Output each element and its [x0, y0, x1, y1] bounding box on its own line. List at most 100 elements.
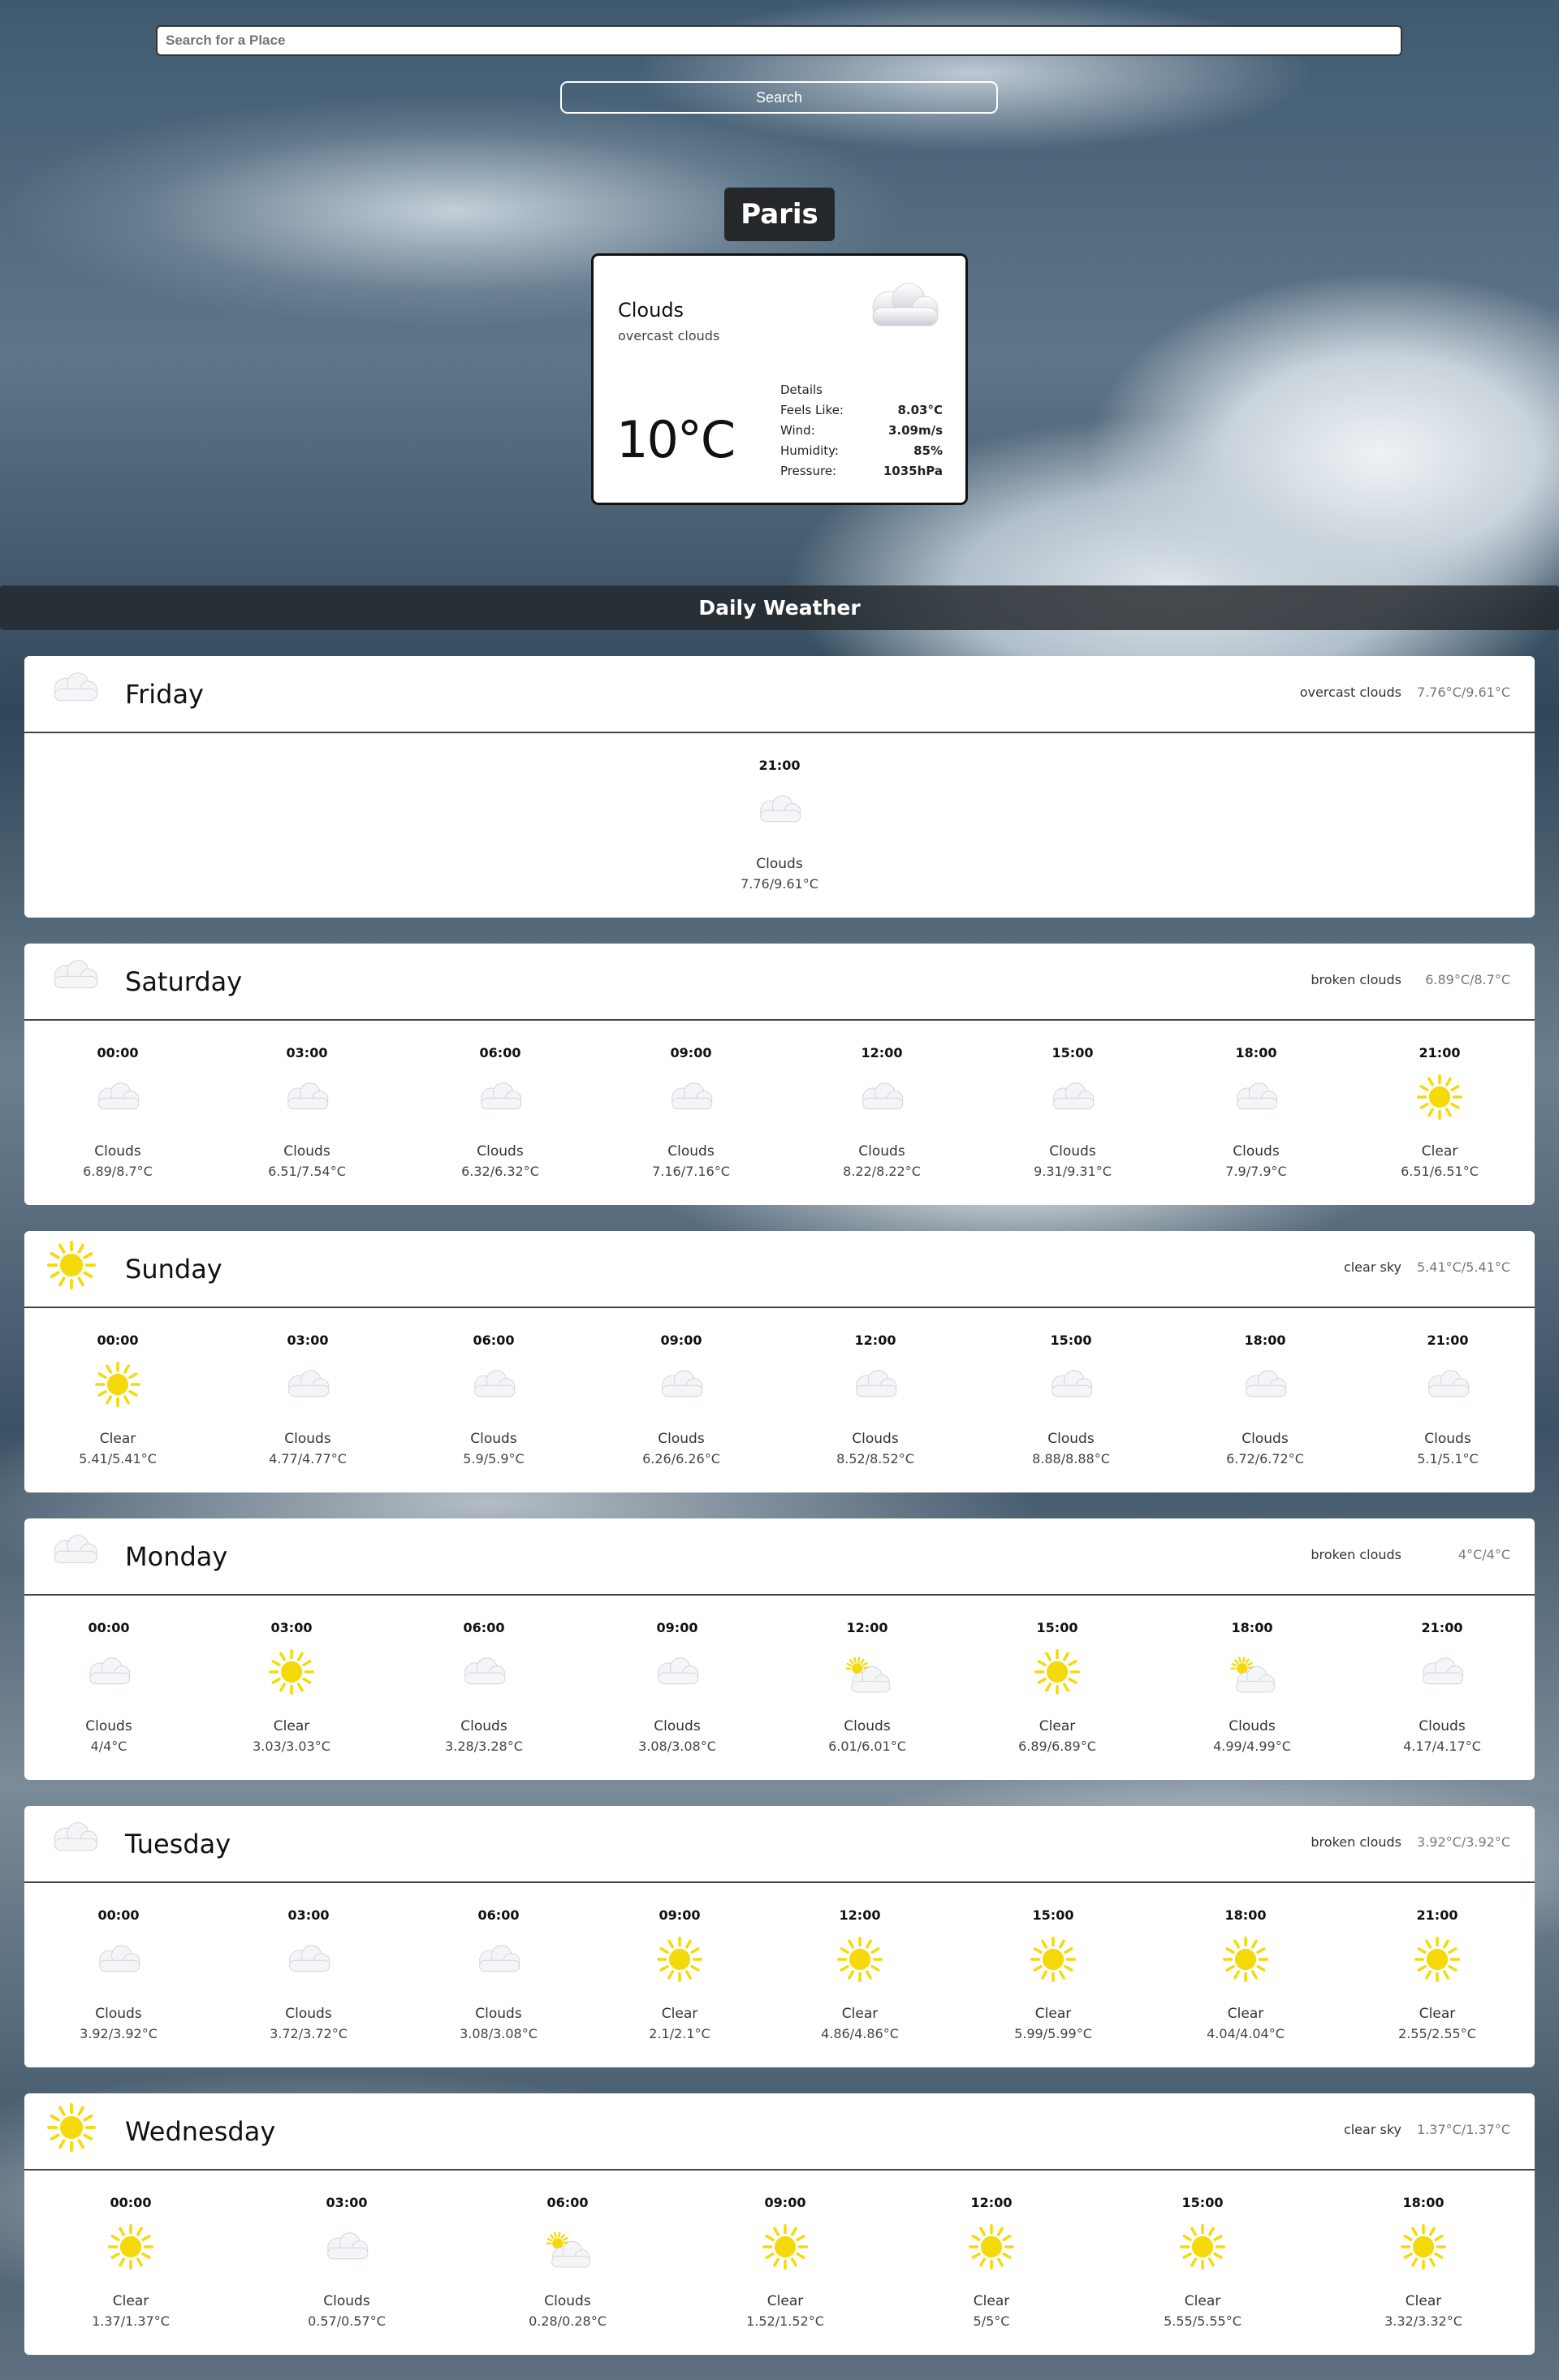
day-name: Saturday: [125, 966, 243, 997]
sun-icon: [47, 2103, 96, 2155]
day-name: Wednesday: [125, 2116, 276, 2147]
day-card-wednesday[interactable]: Wednesday clear sky 1.37°C/1.37°C 00:00 Clea…: [24, 2093, 1535, 2355]
hour-condition: Clouds: [1049, 1143, 1096, 1160]
hour-condition: Clouds: [323, 2293, 370, 2309]
day-header[interactable]: Tuesday broken clouds 3.92°C/3.92°C: [24, 1806, 1535, 1883]
hour-condition: Clear: [661, 2006, 698, 2022]
hour-time: 06:00: [477, 1907, 520, 1923]
hour-time: 21:00: [1427, 1333, 1469, 1348]
hour-condition: Clear: [1034, 2006, 1072, 2022]
hour-temp-range: 6.51/6.51°C: [1401, 1164, 1479, 1179]
hour-condition: Clear: [1421, 1143, 1458, 1160]
current-temperature: 10°C: [616, 410, 736, 469]
cloud-icon: [1047, 1081, 1099, 1117]
day-header[interactable]: Sunday clear sky 5.41°C/5.41°C: [24, 1231, 1535, 1308]
cloud-icon: [651, 1656, 703, 1691]
hour-time: 03:00: [270, 1620, 313, 1635]
cloud-icon: [92, 1081, 144, 1117]
hour-time: 09:00: [659, 1907, 701, 1923]
hour-temp-range: 2.1/2.1°C: [649, 2026, 710, 2041]
sun-icon: [1417, 1074, 1462, 1123]
hour-temp-range: 3.72/3.72°C: [270, 2026, 348, 2041]
cloud-icon: [856, 1081, 908, 1117]
detail-feels-like: Feels Like: 8.03°C: [780, 400, 943, 420]
hour-condition: Clouds: [94, 1143, 141, 1160]
hour-temp-range: 5.9/5.9°C: [463, 1451, 525, 1466]
hour-temp-range: 4/4°C: [90, 1739, 127, 1754]
sun-icon: [969, 2224, 1014, 2273]
hour-time: 00:00: [97, 1045, 139, 1060]
hour-condition: Clouds: [1242, 1431, 1289, 1447]
hour-temp-range: 8.22/8.22°C: [843, 1164, 921, 1179]
cloud-icon: [321, 2231, 373, 2266]
sun-icon: [95, 1362, 140, 1410]
cloud-icon: [473, 1943, 525, 1979]
day-header[interactable]: Monday broken clouds 4°C/4°C: [24, 1518, 1535, 1596]
hourly-forecast: 00:00 Clear 1.37/1.37°C 03:00 Clouds 0.57/0.5…: [24, 2171, 1535, 2355]
day-description: broken clouds: [1311, 1547, 1401, 1562]
detail-label: Humidity:: [780, 443, 839, 458]
detail-pressure: Pressure: 1035hPa: [780, 460, 943, 481]
detail-value: 1035hPa: [883, 463, 943, 478]
day-temp-range: 5.41°C/5.41°C: [1417, 1259, 1510, 1275]
day-temp-range: 7.76°C/9.61°C: [1417, 685, 1510, 700]
hourly-forecast: 00:00 Clear 5.41/5.41°C 03:00 Clouds 4.77/4.7…: [24, 1308, 1535, 1492]
sun-icon: [1030, 1937, 1076, 1985]
cloud-icon: [468, 1368, 520, 1404]
hour-time: 21:00: [758, 758, 801, 773]
hour-temp-range: 5.41/5.41°C: [79, 1451, 157, 1466]
hour-temp-range: 3.08/3.08°C: [460, 2026, 538, 2041]
day-temp-range: 3.92°C/3.92°C: [1417, 1834, 1510, 1850]
hour-condition: Clouds: [283, 1143, 330, 1160]
day-card-friday[interactable]: Friday overcast clouds 7.76°C/9.61°C 21:00 C…: [24, 656, 1535, 918]
hour-time: 12:00: [839, 1907, 881, 1923]
day-temp-range: 6.89°C/8.7°C: [1425, 972, 1510, 987]
hour-condition: Clear: [112, 2293, 149, 2309]
day-card-sunday[interactable]: Sunday clear sky 5.41°C/5.41°C 00:00 Clear 5.…: [24, 1231, 1535, 1492]
hour-condition: Clouds: [477, 1143, 524, 1160]
hour-temp-range: 4.86/4.86°C: [821, 2026, 899, 2041]
detail-value: 85%: [913, 443, 943, 458]
day-header[interactable]: Friday overcast clouds 7.76°C/9.61°C: [24, 656, 1535, 733]
day-header[interactable]: Saturday broken clouds 6.89°C/8.7°C: [24, 944, 1535, 1021]
hourly-forecast: 00:00 Clouds 4/4°C 03:00 Clear 3.03/3.03°C 06:…: [24, 1596, 1535, 1780]
sun-icon: [1223, 1937, 1268, 1985]
partly-cloudy-icon: [1226, 1656, 1278, 1700]
city-name: Paris: [724, 188, 835, 241]
day-card-saturday[interactable]: Saturday broken clouds 6.89°C/8.7°C 00:00 Cl…: [24, 944, 1535, 1205]
hour-condition: Clear: [1184, 2293, 1221, 2309]
hour-condition: Clouds: [470, 1431, 517, 1447]
day-card-monday[interactable]: Monday broken clouds 4°C/4°C 00:00 Clouds 4/4…: [24, 1518, 1535, 1780]
current-description: overcast clouds: [618, 328, 720, 343]
cloud-icon: [754, 793, 805, 829]
hour-time: 03:00: [287, 1907, 330, 1923]
day-name: Tuesday: [125, 1829, 231, 1860]
hour-temp-range: 0.28/0.28°C: [529, 2313, 607, 2329]
search-button[interactable]: Search: [560, 81, 998, 114]
detail-label: Wind:: [780, 422, 815, 438]
hour-temp-range: 8.52/8.52°C: [836, 1451, 914, 1466]
detail-label: Pressure:: [780, 463, 837, 478]
hour-time: 06:00: [473, 1333, 515, 1348]
hour-time: 18:00: [1244, 1333, 1286, 1348]
hour-temp-range: 6.72/6.72°C: [1226, 1451, 1304, 1466]
hourly-forecast: 00:00 Clouds 6.89/8.7°C 03:00 Clouds 6.51/7.5…: [24, 1021, 1535, 1205]
hour-condition: Clear: [99, 1431, 136, 1447]
hour-temp-range: 1.37/1.37°C: [92, 2313, 170, 2329]
hour-condition: Clear: [973, 2293, 1010, 2309]
hour-condition: Clouds: [844, 1718, 891, 1734]
current-condition: Clouds: [618, 299, 684, 322]
day-header[interactable]: Wednesday clear sky 1.37°C/1.37°C: [24, 2093, 1535, 2171]
hour-condition: Clouds: [284, 1431, 331, 1447]
hour-time: 09:00: [764, 2195, 806, 2210]
cloud-icon: [1045, 1368, 1097, 1404]
cloud-icon: [1422, 1368, 1474, 1404]
hour-temp-range: 6.89/8.7°C: [83, 1164, 153, 1179]
hour-condition: Clear: [767, 2293, 804, 2309]
search-input[interactable]: [156, 25, 1402, 56]
detail-value: 3.09m/s: [887, 422, 943, 438]
sun-icon: [837, 1937, 883, 1985]
day-card-tuesday[interactable]: Tuesday broken clouds 3.92°C/3.92°C 00:00 Cl…: [24, 1806, 1535, 2067]
hour-condition: Clear: [273, 1718, 310, 1734]
day-description: overcast clouds: [1299, 685, 1401, 700]
